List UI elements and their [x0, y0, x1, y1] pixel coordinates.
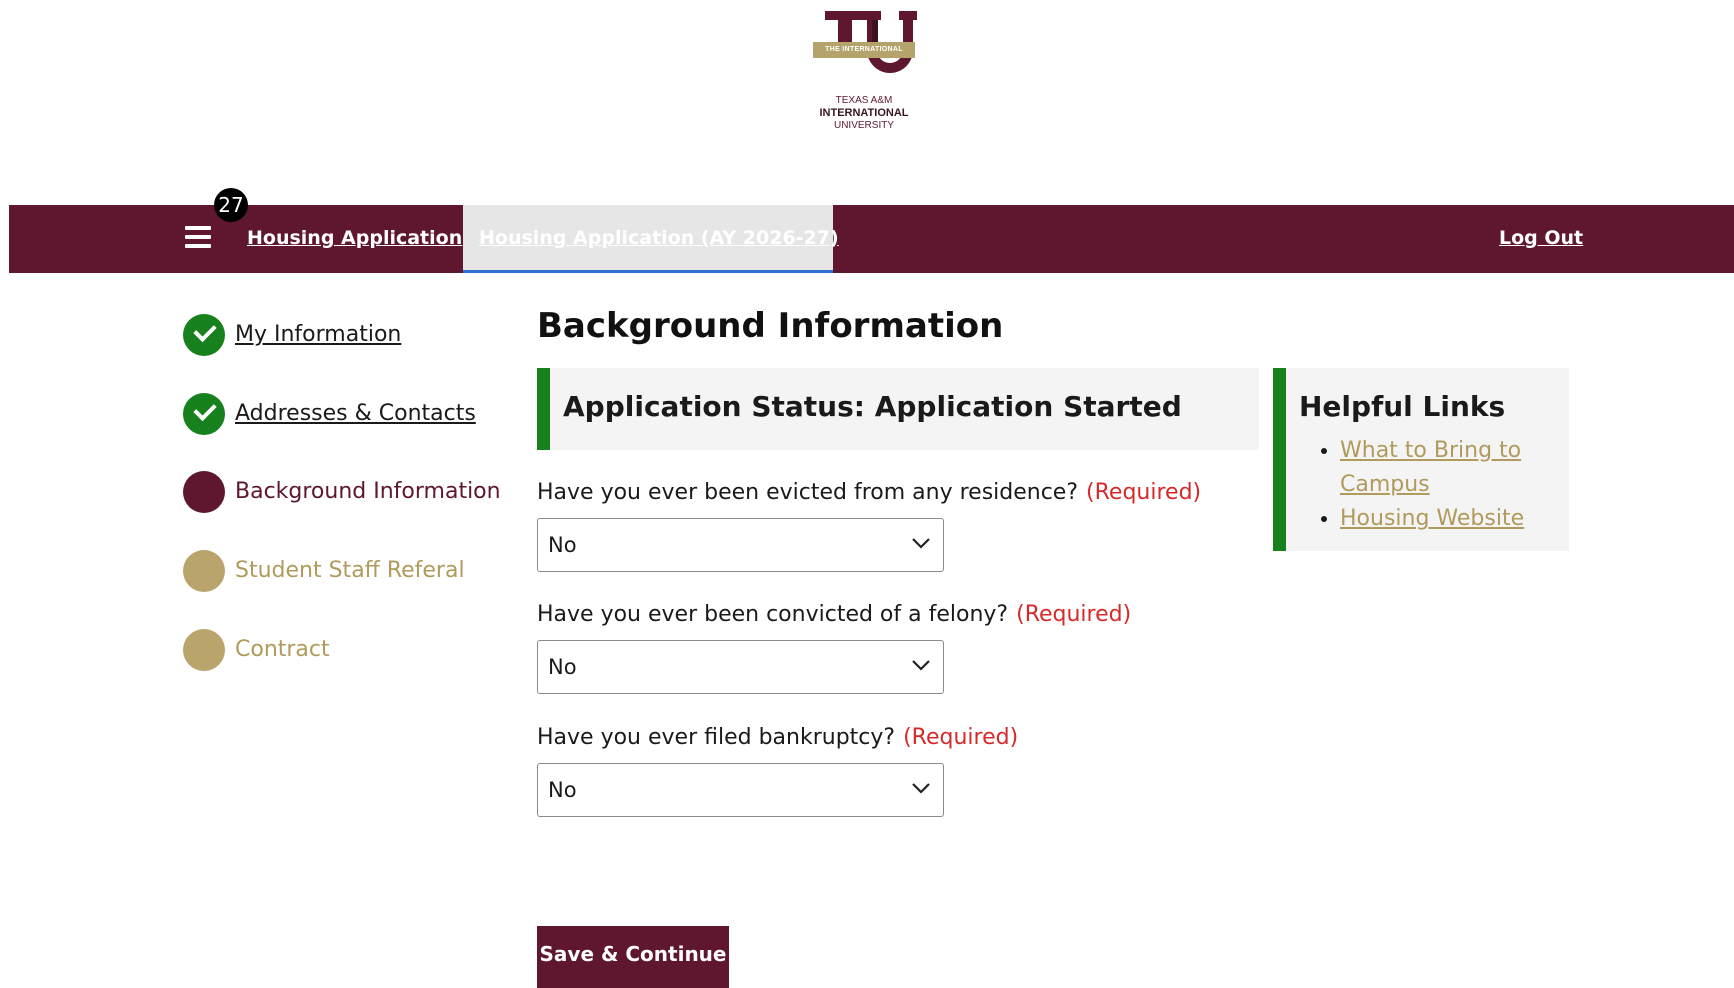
chevron-down-icon [912, 660, 930, 671]
required-indicator: (Required) [903, 725, 1019, 750]
select-value: No [548, 655, 577, 679]
helpful-links-box: Helpful Links What to Bring to Campus Ho… [1273, 368, 1569, 551]
required-indicator: (Required) [1086, 480, 1202, 505]
top-navbar: 27 Housing Application Housing Applicati… [9, 188, 1734, 273]
required-indicator: (Required) [1016, 602, 1132, 627]
select-value: No [548, 778, 577, 802]
nav-housing-application-link[interactable]: Housing Application [247, 227, 462, 249]
pending-step-dot-icon [183, 550, 225, 592]
tab-housing-application-ay[interactable]: Housing Application (AY 2026-27) [463, 205, 839, 273]
select-value: No [548, 533, 577, 557]
notification-badge: 27 [214, 188, 248, 222]
question-felony-label: Have you ever been convicted of a felony… [537, 602, 1131, 627]
housing-website-link[interactable]: Housing Website [1340, 506, 1524, 531]
application-status-box: Application Status: Application Started [537, 368, 1259, 450]
check-circle-icon [183, 393, 225, 435]
question-text: Have you ever filed bankruptcy? [537, 725, 896, 750]
step-label[interactable]: My Information [235, 322, 401, 347]
logout-link[interactable]: Log Out [1499, 227, 1583, 249]
tab-label: Housing Application (AY 2026-27) [479, 227, 839, 249]
bankruptcy-select[interactable]: No [537, 763, 944, 817]
helpful-links-list: What to Bring to Campus Housing Website [1320, 434, 1570, 536]
logo-line-1: TEXAS A&M [835, 95, 893, 106]
step-label: Contract [235, 637, 330, 662]
question-text: Have you ever been evicted from any resi… [537, 480, 1079, 505]
helpful-links-title: Helpful Links [1299, 390, 1506, 423]
evicted-select[interactable]: No [537, 518, 944, 572]
save-continue-button[interactable]: Save & Continue [537, 926, 729, 988]
step-label[interactable]: Addresses & Contacts [235, 401, 476, 426]
hamburger-menu-icon[interactable] [185, 226, 211, 250]
step-label: Background Information [235, 479, 501, 504]
felony-select[interactable]: No [537, 640, 944, 694]
question-evicted-label: Have you ever been evicted from any resi… [537, 480, 1201, 505]
question-bankruptcy-label: Have you ever filed bankruptcy? (Required… [537, 725, 1018, 750]
chevron-down-icon [912, 783, 930, 794]
logo-line-3: UNIVERSITY [833, 120, 894, 131]
logo-ribbon: THE INTERNATIONAL [813, 42, 915, 58]
list-item: Housing Website [1340, 502, 1570, 536]
question-text: Have you ever been convicted of a felony… [537, 602, 1009, 627]
step-label: Student Staff Referal [235, 558, 465, 583]
page-title: Background Information [537, 306, 1004, 346]
list-item: What to Bring to Campus [1340, 434, 1570, 502]
university-logo: THE INTERNATIONAL TEXAS A&M INTERNATIONA… [805, 8, 923, 136]
what-to-bring-link[interactable]: What to Bring to Campus [1340, 438, 1521, 497]
pending-step-dot-icon [183, 629, 225, 671]
chevron-down-icon [912, 538, 930, 549]
current-step-dot-icon [183, 471, 225, 513]
check-circle-icon [183, 314, 225, 356]
application-status-text: Application Status: Application Started [563, 390, 1182, 423]
logo-line-2: INTERNATIONAL [819, 107, 909, 119]
